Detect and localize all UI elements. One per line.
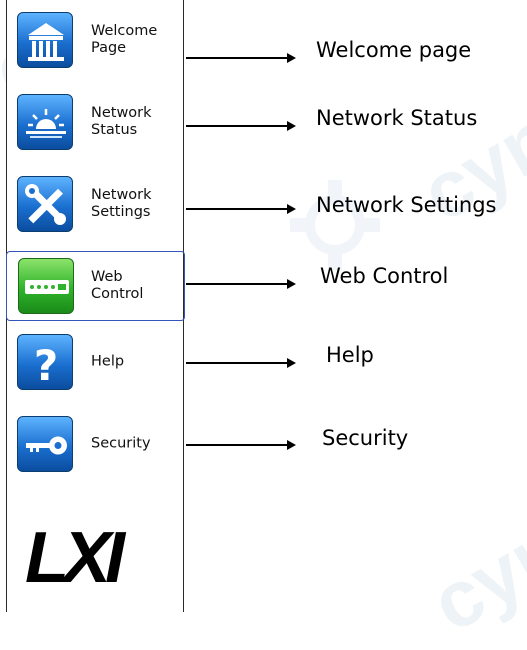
sunrise-icon [17,94,73,150]
building-icon [17,12,73,68]
menu-item-help[interactable]: ? Help [7,330,183,394]
callout-arrow [186,204,296,214]
menu-item-label: Security [91,435,151,452]
callout-welcome-page: Welcome page [316,38,472,62]
question-mark-icon: ? [17,334,73,390]
device-panel-icon [18,258,74,314]
key-icon [17,416,73,472]
callout-security: Security [322,426,409,450]
svg-text:?: ? [34,341,58,390]
menu-item-network-status[interactable]: Network Status [7,90,183,154]
menu-item-network-settings[interactable]: Network Settings [7,172,183,236]
menu-item-label: Web Control [91,269,144,302]
menu-item-web-control[interactable]: Web Control [6,251,185,321]
tools-icon [17,176,73,232]
svg-text:LXI: LXI [25,518,127,594]
watermark-text: cyn [416,502,527,649]
callout-arrow [186,121,296,131]
menu-item-security[interactable]: Security [7,412,183,476]
callout-help: Help [326,343,374,367]
callout-arrow [186,53,296,63]
menu-item-label: Network Status [91,105,152,138]
callout-arrow [186,440,296,450]
menu-item-label: Help [91,353,125,370]
menu-item-welcome-page[interactable]: Welcome Page [7,8,183,72]
callout-web-control: Web Control [320,264,449,288]
menu-item-label: Welcome Page [91,23,158,56]
callout-arrow [186,358,296,368]
lxi-logo: LXI [25,518,133,594]
navigation-sidebar: Welcome Page Network Status Network Sett… [6,0,185,612]
callout-network-status: Network Status [316,106,478,130]
menu-item-label: Network Settings [91,187,152,220]
callout-arrow [186,279,296,289]
callout-network-settings: Network Settings [316,193,497,217]
